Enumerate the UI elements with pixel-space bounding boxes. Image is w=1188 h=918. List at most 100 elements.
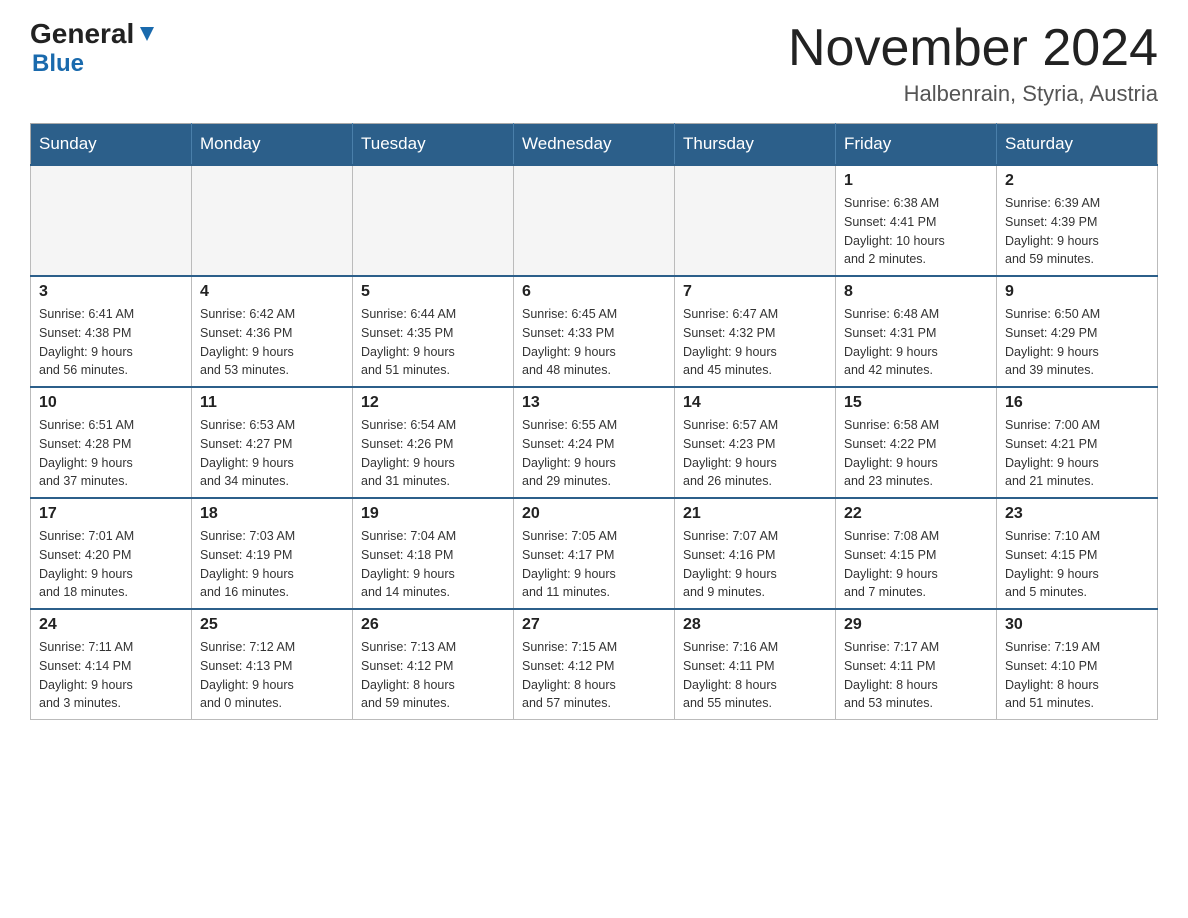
calendar-cell-3-1: 10Sunrise: 6:51 AM Sunset: 4:28 PM Dayli… <box>31 387 192 498</box>
title-area: November 2024 Halbenrain, Styria, Austri… <box>788 20 1158 107</box>
calendar-cell-4-1: 17 Sunrise: 7:01 AM Sunset: 4:20 PM Dayli… <box>31 498 192 609</box>
calendar-table: Sunday Monday Tuesday Wednesday Thursday… <box>30 123 1158 720</box>
calendar-cell-1-4 <box>514 165 675 276</box>
calendar-cell-4-3: 19Sunrise: 7:04 AM Sunset: 4:18 PM Dayli… <box>353 498 514 609</box>
day-number: 2 <box>1005 172 1149 190</box>
day-info: Sunrise: 7:03 AM Sunset: 4:19 PM Dayligh… <box>200 527 344 602</box>
day-number: 25 <box>200 616 344 634</box>
week-row-5: 24 Sunrise: 7:11 AM Sunset: 4:14 PM Dayli… <box>31 609 1158 720</box>
day-info: Sunrise: 6:48 AM Sunset: 4:31 PM Dayligh… <box>844 305 988 380</box>
day-number: 26 <box>361 616 505 634</box>
day-info: Sunrise: 6:39 AM Sunset: 4:39 PM Dayligh… <box>1005 194 1149 269</box>
calendar-cell-4-2: 18 Sunrise: 7:03 AM Sunset: 4:19 PM Dayli… <box>192 498 353 609</box>
calendar-cell-4-7: 23Sunrise: 7:10 AM Sunset: 4:15 PM Dayli… <box>997 498 1158 609</box>
day-info: Sunrise: 7:15 AM Sunset: 4:12 PM Dayligh… <box>522 638 666 713</box>
day-number: 7 <box>683 283 827 301</box>
calendar-cell-4-5: 21Sunrise: 7:07 AM Sunset: 4:16 PM Dayli… <box>675 498 836 609</box>
header: General Blue November 2024 Halbenrain, S… <box>30 20 1158 107</box>
day-number: 4 <box>200 283 344 301</box>
calendar-cell-3-3: 12 Sunrise: 6:54 AM Sunset: 4:26 PM Dayli… <box>353 387 514 498</box>
calendar-cell-5-3: 26Sunrise: 7:13 AM Sunset: 4:12 PM Dayli… <box>353 609 514 720</box>
day-number: 21 <box>683 505 827 523</box>
day-number: 15 <box>844 394 988 412</box>
day-number: 27 <box>522 616 666 634</box>
calendar-cell-4-6: 22 Sunrise: 7:08 AM Sunset: 4:15 PM Dayli… <box>836 498 997 609</box>
day-number: 16 <box>1005 394 1149 412</box>
day-info: Sunrise: 7:00 AM Sunset: 4:21 PM Dayligh… <box>1005 416 1149 491</box>
day-number: 5 <box>361 283 505 301</box>
logo-blue-text: Blue <box>32 50 84 78</box>
day-number: 24 <box>39 616 183 634</box>
calendar-cell-5-7: 30 Sunrise: 7:19 AM Sunset: 4:10 PM Dayli… <box>997 609 1158 720</box>
calendar-cell-2-4: 6 Sunrise: 6:45 AM Sunset: 4:33 PM Daylig… <box>514 276 675 387</box>
calendar-title: November 2024 <box>788 20 1158 77</box>
day-info: Sunrise: 6:53 AM Sunset: 4:27 PM Dayligh… <box>200 416 344 491</box>
calendar-cell-2-6: 8 Sunrise: 6:48 AM Sunset: 4:31 PM Daylig… <box>836 276 997 387</box>
calendar-cell-1-3 <box>353 165 514 276</box>
col-tuesday: Tuesday <box>353 124 514 166</box>
calendar-cell-2-3: 5 Sunrise: 6:44 AM Sunset: 4:35 PM Daylig… <box>353 276 514 387</box>
day-number: 6 <box>522 283 666 301</box>
col-sunday: Sunday <box>31 124 192 166</box>
col-thursday: Thursday <box>675 124 836 166</box>
calendar-cell-4-4: 20 Sunrise: 7:05 AM Sunset: 4:17 PM Dayli… <box>514 498 675 609</box>
calendar-cell-3-4: 13Sunrise: 6:55 AM Sunset: 4:24 PM Dayli… <box>514 387 675 498</box>
day-info: Sunrise: 7:08 AM Sunset: 4:15 PM Dayligh… <box>844 527 988 602</box>
day-info: Sunrise: 7:05 AM Sunset: 4:17 PM Dayligh… <box>522 527 666 602</box>
week-row-1: 1 Sunrise: 6:38 AM Sunset: 4:41 PM Daylig… <box>31 165 1158 276</box>
day-number: 30 <box>1005 616 1149 634</box>
day-info: Sunrise: 6:57 AM Sunset: 4:23 PM Dayligh… <box>683 416 827 491</box>
day-info: Sunrise: 6:45 AM Sunset: 4:33 PM Dayligh… <box>522 305 666 380</box>
day-number: 9 <box>1005 283 1149 301</box>
day-number: 20 <box>522 505 666 523</box>
calendar-cell-1-7: 2 Sunrise: 6:39 AM Sunset: 4:39 PM Daylig… <box>997 165 1158 276</box>
col-saturday: Saturday <box>997 124 1158 166</box>
day-number: 14 <box>683 394 827 412</box>
day-number: 23 <box>1005 505 1149 523</box>
day-number: 12 <box>361 394 505 412</box>
calendar-cell-5-4: 27 Sunrise: 7:15 AM Sunset: 4:12 PM Dayli… <box>514 609 675 720</box>
calendar-cell-5-2: 25 Sunrise: 7:12 AM Sunset: 4:13 PM Dayli… <box>192 609 353 720</box>
logo-triangle-icon <box>136 23 158 45</box>
day-info: Sunrise: 7:12 AM Sunset: 4:13 PM Dayligh… <box>200 638 344 713</box>
day-number: 22 <box>844 505 988 523</box>
day-info: Sunrise: 7:11 AM Sunset: 4:14 PM Dayligh… <box>39 638 183 713</box>
col-friday: Friday <box>836 124 997 166</box>
day-info: Sunrise: 7:19 AM Sunset: 4:10 PM Dayligh… <box>1005 638 1149 713</box>
day-info: Sunrise: 6:47 AM Sunset: 4:32 PM Dayligh… <box>683 305 827 380</box>
calendar-header-row: Sunday Monday Tuesday Wednesday Thursday… <box>31 124 1158 166</box>
day-info: Sunrise: 7:01 AM Sunset: 4:20 PM Dayligh… <box>39 527 183 602</box>
day-number: 8 <box>844 283 988 301</box>
calendar-cell-5-5: 28 Sunrise: 7:16 AM Sunset: 4:11 PM Dayli… <box>675 609 836 720</box>
day-number: 29 <box>844 616 988 634</box>
day-info: Sunrise: 6:58 AM Sunset: 4:22 PM Dayligh… <box>844 416 988 491</box>
day-info: Sunrise: 6:38 AM Sunset: 4:41 PM Dayligh… <box>844 194 988 269</box>
day-info: Sunrise: 6:55 AM Sunset: 4:24 PM Dayligh… <box>522 416 666 491</box>
day-number: 3 <box>39 283 183 301</box>
col-monday: Monday <box>192 124 353 166</box>
week-row-3: 10Sunrise: 6:51 AM Sunset: 4:28 PM Dayli… <box>31 387 1158 498</box>
day-number: 17 <box>39 505 183 523</box>
day-number: 19 <box>361 505 505 523</box>
day-info: Sunrise: 6:42 AM Sunset: 4:36 PM Dayligh… <box>200 305 344 380</box>
day-number: 18 <box>200 505 344 523</box>
day-number: 11 <box>200 394 344 412</box>
day-number: 1 <box>844 172 988 190</box>
day-number: 28 <box>683 616 827 634</box>
week-row-2: 3Sunrise: 6:41 AM Sunset: 4:38 PM Daylig… <box>31 276 1158 387</box>
col-wednesday: Wednesday <box>514 124 675 166</box>
calendar-cell-5-1: 24 Sunrise: 7:11 AM Sunset: 4:14 PM Dayli… <box>31 609 192 720</box>
week-row-4: 17 Sunrise: 7:01 AM Sunset: 4:20 PM Dayli… <box>31 498 1158 609</box>
calendar-cell-1-5 <box>675 165 836 276</box>
logo-general-text: General <box>30 20 134 48</box>
calendar-cell-3-6: 15 Sunrise: 6:58 AM Sunset: 4:22 PM Dayli… <box>836 387 997 498</box>
day-info: Sunrise: 6:44 AM Sunset: 4:35 PM Dayligh… <box>361 305 505 380</box>
calendar-cell-2-2: 4 Sunrise: 6:42 AM Sunset: 4:36 PM Daylig… <box>192 276 353 387</box>
day-info: Sunrise: 7:16 AM Sunset: 4:11 PM Dayligh… <box>683 638 827 713</box>
calendar-cell-1-6: 1 Sunrise: 6:38 AM Sunset: 4:41 PM Daylig… <box>836 165 997 276</box>
calendar-cell-3-5: 14 Sunrise: 6:57 AM Sunset: 4:23 PM Dayli… <box>675 387 836 498</box>
calendar-cell-2-5: 7 Sunrise: 6:47 AM Sunset: 4:32 PM Daylig… <box>675 276 836 387</box>
calendar-cell-2-7: 9Sunrise: 6:50 AM Sunset: 4:29 PM Daylig… <box>997 276 1158 387</box>
day-info: Sunrise: 6:54 AM Sunset: 4:26 PM Dayligh… <box>361 416 505 491</box>
day-info: Sunrise: 7:17 AM Sunset: 4:11 PM Dayligh… <box>844 638 988 713</box>
